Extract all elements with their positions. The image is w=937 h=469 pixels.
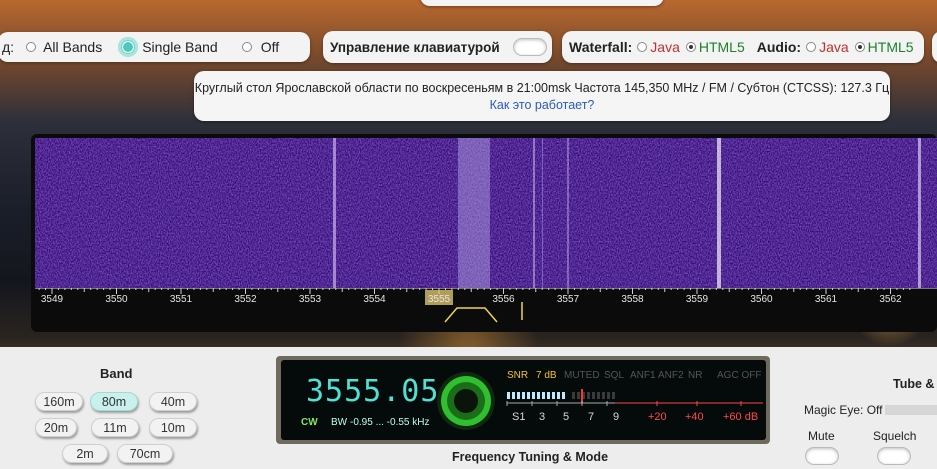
squelch-label: Squelch xyxy=(873,429,917,443)
radio-waterfall-java[interactable] xyxy=(637,42,648,52)
scale-label: 3552 xyxy=(234,294,257,305)
keyboard-label: Управление клавиатурой xyxy=(330,39,500,55)
s-meter-number: +20 xyxy=(648,411,667,423)
band-button-160m[interactable]: 160m xyxy=(35,392,83,411)
waterfall-label: Waterfall: xyxy=(569,39,633,55)
scale-label: 3561 xyxy=(815,294,838,305)
info-text: Круглый стол Ярославской области по воск… xyxy=(194,81,890,95)
info-link[interactable]: Как это работает? xyxy=(194,98,890,112)
snr-value: 7 dB xyxy=(536,370,557,381)
snr-label: SNR xyxy=(507,370,529,381)
mode-indicator: CW xyxy=(301,417,318,428)
mute-label: Mute xyxy=(808,429,835,443)
band-button-20m[interactable]: 20m xyxy=(35,418,77,437)
bw-label: BW xyxy=(331,417,348,428)
option-single-band-label: Single Band xyxy=(142,39,218,55)
flag-muted: MUTED xyxy=(564,370,600,381)
info-banner: Круглый стол Ярославской области по воск… xyxy=(194,71,890,121)
magic-eye-label: Magic Eye: Off xyxy=(804,403,883,417)
band-button-40m[interactable]: 40m xyxy=(149,392,197,411)
tuning-panel-title: Frequency Tuning & Mode xyxy=(452,450,609,464)
s-meter-number: 7 xyxy=(588,411,595,423)
radio-audio-html5[interactable] xyxy=(854,42,865,52)
waterfall-html5-label: HTML5 xyxy=(698,39,745,55)
scale-label: 3556 xyxy=(492,294,515,305)
flag-sql: SQL xyxy=(604,370,625,381)
band-mode-selector: д: All Bands Single Band Off xyxy=(0,32,310,62)
scale-baseline xyxy=(35,288,937,289)
frequency-scale-svg: 3549 3550 3551 3552 3553 3554 3555 3556 3557 3558… xyxy=(35,288,937,323)
band-button-80m[interactable]: 80m xyxy=(90,392,138,411)
keyboard-control: Управление клавиатурой xyxy=(323,31,552,63)
audio-java-label: Java xyxy=(819,39,849,55)
scale-label: 3562 xyxy=(879,294,902,305)
scale-label: 3554 xyxy=(363,294,386,305)
scale-label: 3550 xyxy=(105,294,128,305)
s-meter-number: 5 xyxy=(563,411,570,423)
audio-label: Audio: xyxy=(756,39,802,55)
magic-eye-slider[interactable] xyxy=(885,405,937,415)
tube-panel-title: Tube & D xyxy=(893,377,937,391)
right-pill-stub xyxy=(932,31,937,63)
scale-label: 3555 xyxy=(428,294,451,305)
band-button-11m[interactable]: 11m xyxy=(91,418,139,437)
s-meter-number: 9 xyxy=(613,411,620,423)
waterfall-display[interactable] xyxy=(35,138,937,288)
waterfall-svg xyxy=(35,138,937,288)
bw-value: -0.95 ... -0.55 kHz xyxy=(350,417,430,428)
radio-off[interactable] xyxy=(241,42,252,52)
flag-anf2: ANF2 xyxy=(658,370,684,381)
waterfall-java-label: Java xyxy=(650,39,680,55)
flag-nr: NR xyxy=(688,370,703,381)
s-meter-number: +60 dB xyxy=(723,411,759,423)
frequency-scale[interactable]: 3549 3550 3551 3552 3553 3554 3555 3556 3557 3558… xyxy=(35,288,937,332)
scale-label: 3551 xyxy=(170,294,193,305)
band-button-70cm[interactable]: 70cm xyxy=(117,444,173,463)
flag-anf1: ANF1 xyxy=(630,370,656,381)
scale-label: 3549 xyxy=(41,294,64,305)
mode-label: д: xyxy=(2,39,15,55)
option-all-bands-label: All Bands xyxy=(43,39,103,55)
passband-highlight xyxy=(458,138,490,288)
band-button-2m[interactable]: 2m xyxy=(62,444,108,463)
s-meter-number: S1 xyxy=(512,411,526,423)
s-meter-number: 3 xyxy=(539,411,546,423)
audio-html5-label: HTML5 xyxy=(867,39,914,55)
flag-agc-off: AGC OFF xyxy=(717,370,762,381)
scale-label: 3560 xyxy=(750,294,773,305)
frequency-display[interactable]: 3555.05 xyxy=(306,374,439,409)
band-title: Band xyxy=(100,366,133,381)
top-panel-stub xyxy=(420,0,664,6)
scale-label: 3559 xyxy=(686,294,709,305)
radio-single-band[interactable] xyxy=(118,37,139,57)
option-off-label: Off xyxy=(260,39,280,55)
band-button-10m[interactable]: 10m xyxy=(149,418,197,437)
squelch-toggle[interactable] xyxy=(877,447,911,465)
waterfall-audio-selector: Waterfall: Java HTML5 Audio: Java HTML5 xyxy=(562,31,924,63)
keyboard-toggle[interactable] xyxy=(512,38,547,56)
s-meter xyxy=(506,389,763,406)
radio-audio-java[interactable] xyxy=(806,42,817,52)
scale-label: 3553 xyxy=(299,294,322,305)
s-meter-number: +40 xyxy=(685,411,704,423)
magic-eye-icon xyxy=(437,372,495,430)
scale-label: 3557 xyxy=(557,294,580,305)
radio-all-bands[interactable] xyxy=(26,42,37,52)
mute-toggle[interactable] xyxy=(805,447,839,465)
radio-waterfall-html5[interactable] xyxy=(685,42,696,52)
passband-marker[interactable] xyxy=(444,307,498,323)
scale-label: 3558 xyxy=(621,294,644,305)
